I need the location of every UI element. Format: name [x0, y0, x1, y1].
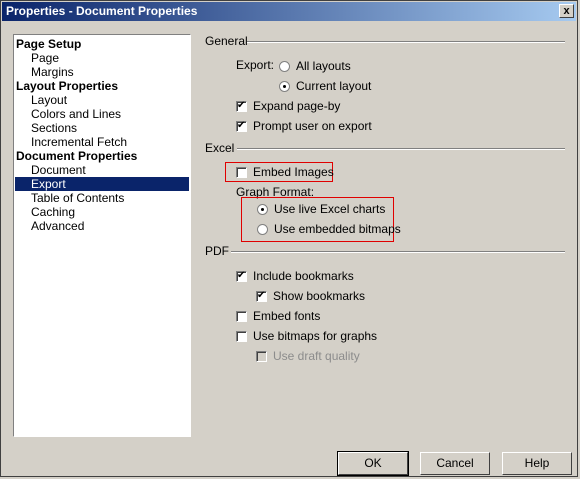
all-layouts-label: All layouts	[296, 59, 351, 73]
embed-fonts-check[interactable]	[236, 311, 247, 322]
expand-page-by-check[interactable]	[236, 99, 247, 113]
tree-item-incremental-fetch[interactable]: Incremental Fetch	[31, 135, 127, 149]
prompt-user-check[interactable]	[236, 119, 247, 133]
embed-fonts-label: Embed fonts	[253, 309, 321, 323]
properties-dialog: Properties - Document Properties x Page …	[0, 0, 578, 477]
general-section-label: General	[205, 34, 248, 48]
embed-images-checkbox[interactable]: Embed Images	[236, 165, 334, 179]
tree-item-sections[interactable]: Sections	[31, 121, 77, 135]
use-bitmaps-label: Use bitmaps for graphs	[253, 329, 378, 343]
include-bookmarks-label: Include bookmarks	[253, 269, 354, 283]
tree-item-advanced[interactable]: Advanced	[31, 219, 84, 233]
draft-quality-label: Use draft quality	[273, 349, 360, 363]
general-divider	[247, 41, 565, 43]
prompt-user-label: Prompt user on export	[253, 119, 372, 133]
tree-item-layout[interactable]: Layout	[31, 93, 67, 107]
cancel-button[interactable]: Cancel	[420, 452, 490, 475]
excel-divider	[237, 148, 565, 150]
live-excel-charts-radio[interactable]: Use live Excel charts	[257, 202, 385, 216]
show-bookmarks-checkbox[interactable]: Show bookmarks	[256, 289, 365, 303]
use-bitmaps-check[interactable]	[236, 331, 247, 342]
tree-item-document[interactable]: Document	[31, 163, 86, 177]
live-excel-charts-indicator[interactable]	[257, 204, 268, 215]
show-bookmarks-check[interactable]	[256, 289, 267, 303]
tree-item-colors-and-lines[interactable]: Colors and Lines	[31, 107, 121, 121]
tree-group-page-setup[interactable]: Page Setup	[16, 37, 81, 51]
draft-quality-checkbox: Use draft quality	[256, 349, 360, 363]
tree-item-table-of-contents[interactable]: Table of Contents	[31, 191, 124, 205]
embed-images-label: Embed Images	[253, 165, 334, 179]
tree-group-document-properties[interactable]: Document Properties	[16, 149, 137, 163]
help-button[interactable]: Help	[502, 452, 572, 475]
current-layout-radio[interactable]: Current layout	[279, 79, 371, 93]
tree-item-margins[interactable]: Margins	[31, 65, 74, 79]
tree-item-page[interactable]: Page	[31, 51, 59, 65]
tree-group-layout-properties[interactable]: Layout Properties	[16, 79, 118, 93]
ok-button[interactable]: OK	[337, 451, 409, 476]
expand-page-by-label: Expand page-by	[253, 99, 341, 113]
embed-fonts-checkbox[interactable]: Embed fonts	[236, 309, 320, 323]
embed-images-check[interactable]	[236, 167, 247, 178]
pdf-section-label: PDF	[205, 244, 229, 258]
use-bitmaps-checkbox[interactable]: Use bitmaps for graphs	[236, 329, 377, 343]
prompt-user-checkbox[interactable]: Prompt user on export	[236, 119, 372, 133]
title-bar: Properties - Document Properties x	[2, 2, 576, 21]
draft-quality-check	[256, 351, 267, 362]
show-bookmarks-label: Show bookmarks	[273, 289, 366, 303]
embedded-bitmaps-indicator[interactable]	[257, 224, 268, 235]
expand-page-by-checkbox[interactable]: Expand page-by	[236, 99, 340, 113]
embedded-bitmaps-radio[interactable]: Use embedded bitmaps	[257, 222, 401, 236]
all-layouts-radio-indicator[interactable]	[279, 61, 290, 72]
current-layout-label: Current layout	[296, 79, 372, 93]
embedded-bitmaps-label: Use embedded bitmaps	[274, 222, 401, 236]
live-excel-charts-label: Use live Excel charts	[274, 202, 386, 216]
window-title: Properties - Document Properties	[6, 4, 198, 18]
close-button[interactable]: x	[559, 4, 574, 18]
current-layout-radio-indicator[interactable]	[279, 81, 290, 92]
all-layouts-radio[interactable]: All layouts	[279, 59, 351, 73]
include-bookmarks-checkbox[interactable]: Include bookmarks	[236, 269, 354, 283]
include-bookmarks-check[interactable]	[236, 269, 247, 283]
export-label: Export:	[236, 58, 275, 72]
excel-section-label: Excel	[205, 141, 235, 155]
tree-item-export[interactable]: Export	[15, 177, 189, 191]
pdf-divider	[231, 251, 565, 253]
category-tree[interactable]: Page Setup Page Margins Layout Propertie…	[13, 34, 191, 437]
tree-item-caching[interactable]: Caching	[31, 205, 75, 219]
